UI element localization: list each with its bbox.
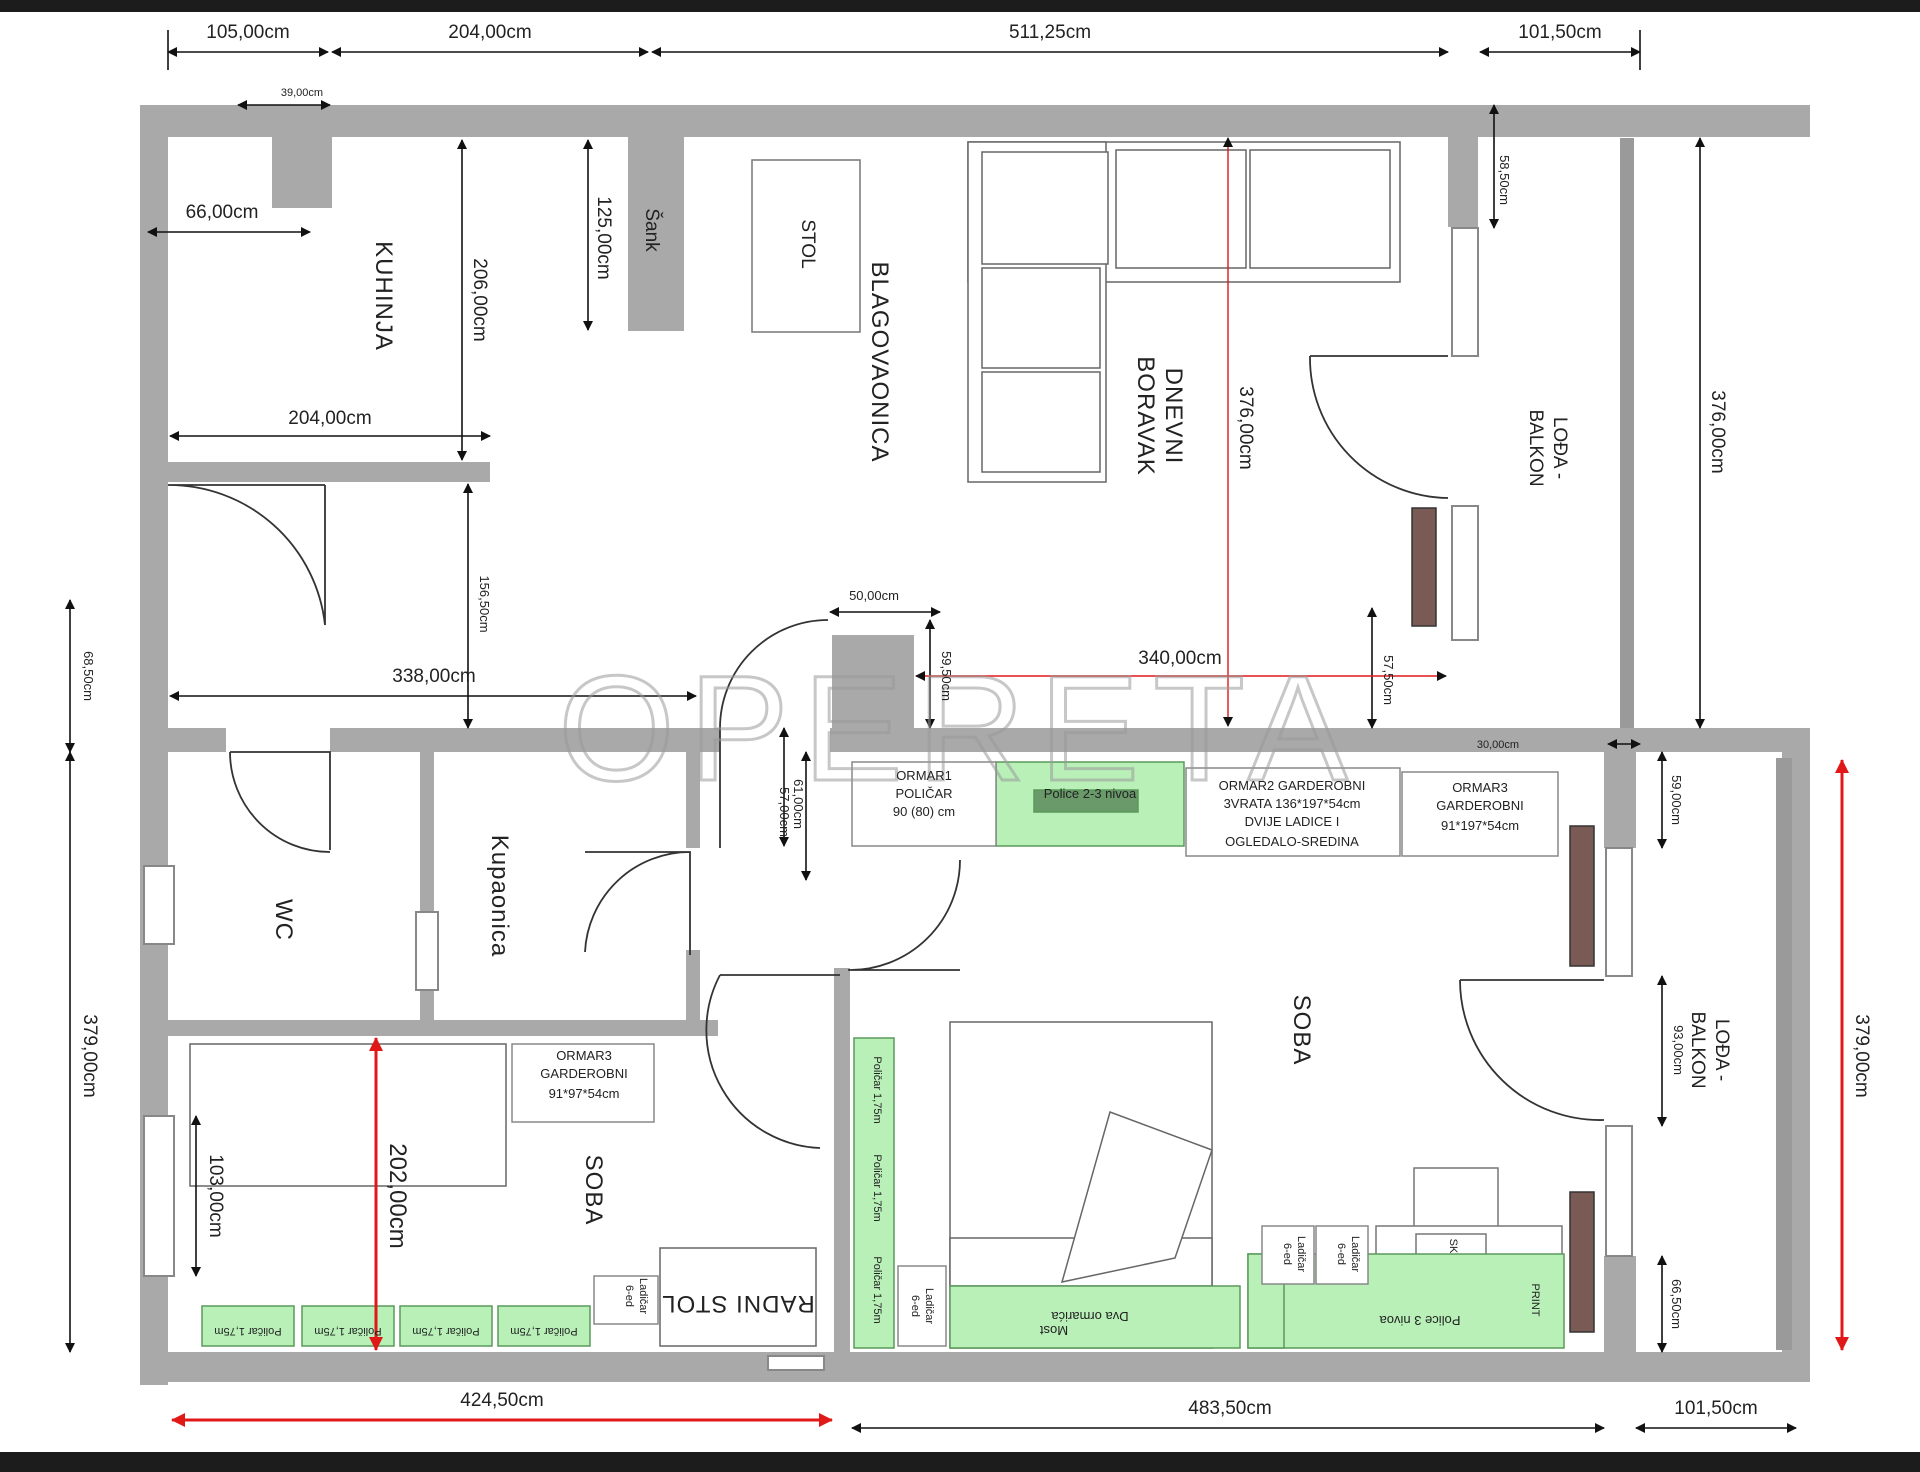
dim-bottom-2: 483,50cm	[1188, 1398, 1271, 1419]
ormar3-right-line1: ORMAR3	[1452, 780, 1508, 795]
room-loda-1b: BALKON	[1525, 409, 1546, 486]
dim-58: 58,50cm	[1497, 155, 1512, 205]
ormar3-left-line1: ORMAR3	[556, 1048, 612, 1063]
dim-338: 338,00cm	[392, 666, 475, 687]
dim-61: 61,00cm	[791, 779, 806, 829]
dim-125: 125,00cm	[593, 196, 614, 279]
policar-left-3: Poličar 1,75m	[412, 1325, 479, 1337]
policar-left-4: Poličar 1,75m	[510, 1325, 577, 1337]
dim-66: 66,00cm	[186, 202, 259, 223]
dim-bottom-3: 101,50cm	[1674, 1398, 1757, 1419]
dim-57-5: 57,50cm	[1381, 655, 1396, 705]
room-wc: WC	[270, 899, 297, 941]
room-radni-stol: RADNI STOL	[661, 1290, 815, 1317]
dim-68: 68,50cm	[81, 651, 96, 701]
ladicar-desk-2a: Ladičar	[1349, 1236, 1361, 1272]
room-kuhinja: KUHINJA	[370, 241, 397, 351]
room-kupaonica: Kupaonica	[486, 835, 513, 957]
room-soba-right: SOBA	[1288, 995, 1315, 1066]
dim-59: 59,50cm	[939, 651, 954, 701]
print-label: PRINT	[1529, 1284, 1541, 1317]
ormar1-line2: POLIČAR	[895, 786, 952, 801]
room-loda-1a: LOĐA -	[1549, 417, 1570, 479]
ormar3-left-line2: GARDEROBNI	[540, 1066, 627, 1081]
dim-30: 30,00cm	[1477, 739, 1519, 751]
dim-59-b: 59,00cm	[1669, 775, 1684, 825]
dim-379-left: 379,00cm	[79, 1014, 100, 1097]
dim-156: 156,50cm	[477, 575, 492, 632]
bed-left	[189, 1043, 507, 1187]
floor-plan: OPERETA 105,00cm 204,00cm 511,25cm 101,5…	[0, 12, 1920, 1452]
police-23: Police 2-3 nivoa	[1044, 786, 1137, 801]
ladicar-bed-2: 6-ed	[909, 1295, 921, 1317]
dim-top-2: 204,00cm	[448, 22, 531, 43]
room-soba-left: SOBA	[580, 1155, 607, 1226]
policar-vertical-1: Poličar 1,75m	[871, 1056, 883, 1123]
dim-204: 204,00cm	[288, 408, 371, 429]
dim-66-5: 66,50cm	[1669, 1279, 1684, 1329]
ladicar-desk-1a: Ladičar	[1295, 1236, 1307, 1272]
ladicar-desk-2b: 6-ed	[1335, 1243, 1347, 1265]
ormar2-line2: 3VRATA 136*197*54cm	[1224, 796, 1361, 811]
ormar2-line1: ORMAR2 GARDEROBNI	[1219, 778, 1366, 793]
police-3nivoa: Police 3 nivoa	[1379, 1313, 1461, 1328]
dim-379-right: 379,00cm	[1851, 1014, 1872, 1097]
dim-340: 340,00cm	[1138, 648, 1221, 669]
room-blagovaonica: BLAGOVAONICA	[866, 262, 893, 463]
dim-bottom-1: 424,50cm	[460, 1390, 543, 1411]
most-label: Most	[1040, 1323, 1069, 1338]
room-boravak: BORAVAK	[1132, 356, 1159, 475]
policar-vertical-3: Poličar 1,75m	[871, 1256, 883, 1323]
room-loda-2b: BALKON	[1687, 1011, 1708, 1088]
ladicar-left-2: 6-ed	[623, 1285, 635, 1307]
dim-50: 50,00cm	[849, 588, 899, 603]
dim-top-3: 511,25cm	[1009, 22, 1091, 43]
policar-left-2: Poličar 1,75m	[314, 1325, 381, 1337]
dim-top-4: 101,50cm	[1518, 22, 1601, 43]
dva-ormarica: Dva ormarića	[1051, 1309, 1129, 1324]
room-loda-2a: LOĐA -	[1711, 1019, 1732, 1081]
room-dnevni: DNEVNI	[1160, 368, 1187, 465]
ormar1-line3: 90 (80) cm	[893, 804, 955, 819]
policar-vertical-2: Poličar 1,75m	[871, 1154, 883, 1221]
ladicar-left-1: Ladičar	[637, 1278, 649, 1314]
dim-376-right: 376,00cm	[1707, 390, 1728, 473]
sk-label: SK	[1447, 1239, 1459, 1254]
dim-206: 206,00cm	[469, 258, 490, 341]
dim-93: 93,00cm	[1671, 1025, 1686, 1075]
ormar3-right-line2: GARDEROBNI	[1436, 798, 1523, 813]
ormar3-left-line3: 91*97*54cm	[549, 1086, 620, 1101]
ormar2-line4: OGLEDALO-SREDINA	[1225, 834, 1359, 849]
dim-top-1: 105,00cm	[206, 22, 289, 43]
ormar3-right-line3: 91*197*54cm	[1441, 818, 1519, 833]
dim-39: 39,00cm	[281, 87, 323, 99]
room-sank: Šank	[641, 208, 663, 252]
dim-103: 103,00cm	[205, 1154, 226, 1237]
ladicar-bed-1: Ladičar	[923, 1288, 935, 1324]
room-stol: STOL	[797, 219, 818, 268]
dim-202: 202,00cm	[384, 1143, 411, 1248]
dim-376-living: 376,00cm	[1235, 386, 1256, 469]
ormar2-line3: DVIJE LADICE I	[1245, 814, 1340, 829]
policar-left-1: Poličar 1,75m	[214, 1325, 281, 1337]
ladicar-desk-1b: 6-ed	[1281, 1243, 1293, 1265]
dim-57: 57,00cm	[777, 787, 792, 837]
ormar1-line1: ORMAR1	[896, 768, 952, 783]
